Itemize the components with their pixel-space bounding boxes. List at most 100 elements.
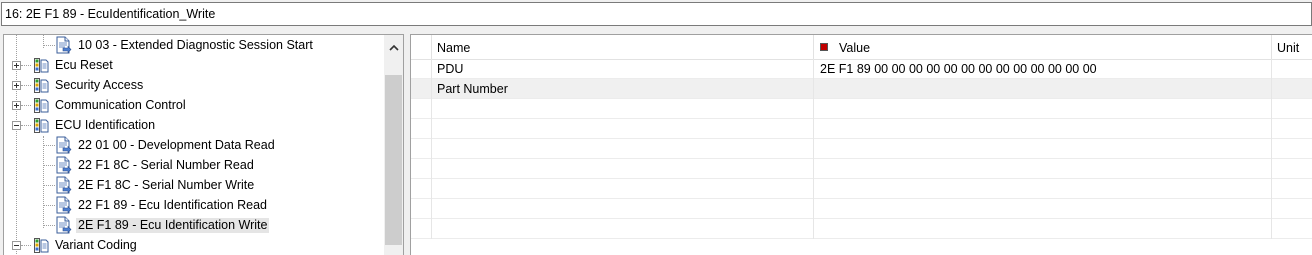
tree-service-item[interactable]: 22 01 00 - Development Data Read — [4, 135, 384, 155]
unit-cell[interactable] — [1272, 199, 1312, 219]
unit-cell[interactable] — [1272, 119, 1312, 139]
diagnostic-service-icon — [56, 136, 72, 154]
tree-connector-line — [21, 65, 31, 66]
grid-header-row: Name Value Unit — [411, 35, 1312, 60]
tree-group-item[interactable]: ECU Identification — [4, 115, 384, 135]
tree-item-label: 2E F1 8C - Serial Number Write — [78, 178, 255, 192]
tree-vertical-scrollbar[interactable] — [384, 35, 403, 255]
collapse-minus-icon[interactable] — [12, 121, 21, 130]
grid-row[interactable] — [411, 159, 1312, 179]
service-group-icon — [34, 98, 49, 113]
name-cell[interactable] — [432, 159, 814, 179]
parameter-grid[interactable]: Name Value Unit PDU 2E F1 89 00 00 00 00 … — [410, 34, 1312, 255]
row-header-corner — [411, 35, 432, 59]
value-cell[interactable] — [814, 79, 1272, 99]
tree-service-item[interactable]: 2E F1 89 - Ecu Identification Write — [4, 215, 384, 235]
grid-row[interactable] — [411, 99, 1312, 119]
unit-cell[interactable] — [1272, 179, 1312, 199]
diagnostic-service-icon — [56, 196, 72, 214]
row-header-cell[interactable] — [411, 79, 432, 99]
service-group-icon — [34, 238, 49, 253]
column-header-unit[interactable]: Unit — [1272, 35, 1312, 59]
tree-group-item[interactable]: Ecu Reset — [4, 55, 384, 75]
value-status-marker-icon — [820, 43, 828, 51]
unit-cell[interactable] — [1272, 219, 1312, 239]
value-cell[interactable] — [814, 199, 1272, 219]
value-cell[interactable] — [814, 99, 1272, 119]
tree-connector-line — [21, 125, 31, 126]
row-header-cell[interactable] — [411, 139, 432, 159]
name-cell[interactable] — [432, 219, 814, 239]
value-cell[interactable] — [814, 159, 1272, 179]
grid-row[interactable] — [411, 139, 1312, 159]
service-tree[interactable]: 10 03 - Extended Diagnostic Session Star… — [4, 35, 384, 255]
service-group-icon — [34, 118, 49, 133]
grid-row[interactable] — [411, 199, 1312, 219]
tree-item-label: 22 01 00 - Development Data Read — [78, 138, 275, 152]
name-cell[interactable] — [432, 199, 814, 219]
row-header-cell[interactable] — [411, 179, 432, 199]
row-header-cell[interactable] — [411, 59, 432, 79]
tree-item-label: Security Access — [55, 78, 144, 92]
expand-plus-icon[interactable] — [12, 61, 21, 70]
unit-cell[interactable] — [1272, 139, 1312, 159]
tree-group-item[interactable]: Security Access — [4, 75, 384, 95]
value-cell[interactable] — [814, 219, 1272, 239]
unit-cell[interactable] — [1272, 79, 1312, 99]
service-group-icon — [34, 58, 49, 73]
row-header-cell[interactable] — [411, 159, 432, 179]
tree-item-label: 22 F1 8C - Serial Number Read — [78, 158, 254, 172]
row-header-cell[interactable] — [411, 199, 432, 219]
name-cell[interactable]: PDU — [432, 59, 814, 79]
column-header-unit-label: Unit — [1277, 41, 1300, 55]
service-tree-panel[interactable]: 10 03 - Extended Diagnostic Session Star… — [3, 34, 404, 255]
tree-item-label: Ecu Reset — [55, 58, 113, 72]
column-header-name[interactable]: Name — [432, 35, 814, 59]
name-cell[interactable] — [432, 99, 814, 119]
name-cell[interactable] — [432, 119, 814, 139]
tree-service-item[interactable]: 10 03 - Extended Diagnostic Session Star… — [4, 35, 384, 55]
value-cell[interactable] — [814, 139, 1272, 159]
tree-item-label: 2E F1 89 - Ecu Identification Write — [76, 218, 270, 233]
value-cell[interactable]: 2E F1 89 00 00 00 00 00 00 00 00 00 00 0… — [814, 59, 1272, 79]
unit-cell[interactable] — [1272, 159, 1312, 179]
tree-item-label: 22 F1 89 - Ecu Identification Read — [78, 198, 268, 212]
grid-row[interactable] — [411, 219, 1312, 239]
name-cell[interactable] — [432, 139, 814, 159]
column-header-value[interactable]: Value — [814, 35, 1272, 59]
tree-group-item[interactable]: Communication Control — [4, 95, 384, 115]
tree-item-label: ECU Identification — [55, 118, 156, 132]
tree-group-item[interactable]: Variant Coding — [4, 235, 384, 255]
value-cell[interactable] — [814, 179, 1272, 199]
tree-service-item[interactable]: 2E F1 8C - Serial Number Write — [4, 175, 384, 195]
diagnostic-service-icon — [56, 36, 72, 54]
grid-row[interactable]: PDU 2E F1 89 00 00 00 00 00 00 00 00 00 0… — [411, 59, 1312, 79]
tree-connector-line — [21, 85, 31, 86]
tree-connector-line — [21, 245, 31, 246]
tree-item-label: 10 03 - Extended Diagnostic Session Star… — [78, 38, 313, 52]
tree-service-item[interactable]: 22 F1 8C - Serial Number Read — [4, 155, 384, 175]
name-cell[interactable]: Part Number — [432, 79, 814, 99]
tree-service-item[interactable]: 22 F1 89 - Ecu Identification Read — [4, 195, 384, 215]
tree-item-label: Variant Coding — [55, 238, 137, 252]
unit-cell[interactable] — [1272, 99, 1312, 119]
collapse-minus-icon[interactable] — [12, 241, 21, 250]
value-cell[interactable] — [814, 119, 1272, 139]
grid-row[interactable]: Part Number — [411, 79, 1312, 99]
expand-plus-icon[interactable] — [12, 81, 21, 90]
expand-plus-icon[interactable] — [12, 101, 21, 110]
column-header-value-label: Value — [839, 41, 871, 55]
diagnostic-service-icon — [56, 216, 72, 234]
row-header-cell[interactable] — [411, 119, 432, 139]
name-cell[interactable] — [432, 179, 814, 199]
diagnostic-service-icon — [56, 176, 72, 194]
row-header-cell[interactable] — [411, 99, 432, 119]
scroll-up-arrow-icon[interactable] — [389, 43, 399, 53]
scrollbar-thumb[interactable] — [385, 75, 402, 245]
unit-cell[interactable] — [1272, 59, 1312, 79]
grid-row[interactable] — [411, 119, 1312, 139]
service-title-field: 16: 2E F1 89 - EcuIdentification_Write — [1, 2, 1312, 26]
row-header-cell[interactable] — [411, 219, 432, 239]
grid-row[interactable] — [411, 179, 1312, 199]
service-group-icon — [34, 78, 49, 93]
